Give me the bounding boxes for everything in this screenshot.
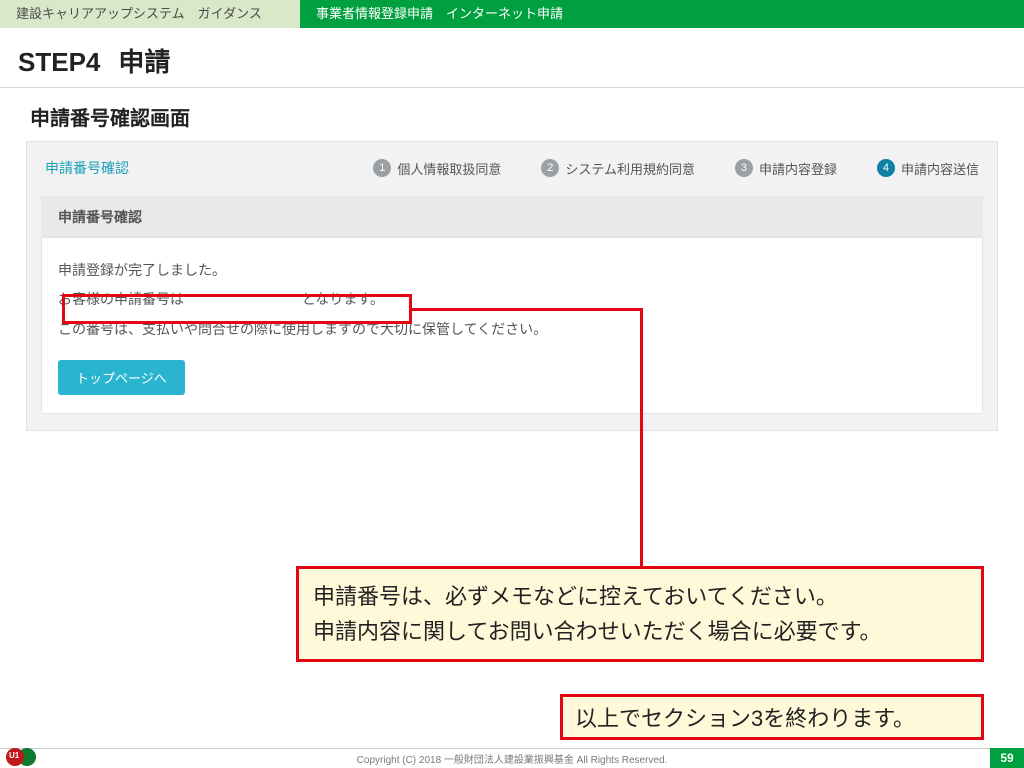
page-number-badge: 59: [990, 748, 1024, 768]
wizard-step-1: 1 個人情報取扱同意: [373, 159, 501, 178]
appnum-suffix: となります。: [302, 291, 384, 307]
callout-note-appnumber: 申請番号は、必ずメモなどに控えておいてください。 申請内容に関してお問い合わせい…: [296, 566, 984, 662]
step-label: 申請: [118, 47, 170, 77]
footer-copyright: Copyright (C) 2018 一般財団法人建設業振興基金 All Rig…: [357, 751, 668, 766]
wizard-step-3: 3 申請内容登録: [735, 159, 837, 178]
wizard-step-badge-2: 2: [541, 159, 559, 177]
card-actions: トップページへ: [42, 354, 982, 413]
wizard-step-badge-4: 4: [877, 159, 895, 177]
msg-application-number-line: お客様の申請番号は となります。: [58, 285, 966, 314]
topbar-right: 事業者情報登録申請 インターネット申請: [300, 0, 1024, 28]
msg-registration-complete: 申請登録が完了しました。: [58, 256, 966, 285]
wizard-step-4: 4 申請内容送信: [877, 159, 979, 178]
card-header: 申請番号確認: [42, 197, 982, 238]
card-body: 申請登録が完了しました。 お客様の申請番号は となります。 この番号は、支払いや…: [42, 238, 982, 354]
confirmation-card: 申請番号確認 申請登録が完了しました。 お客様の申請番号は となります。 この番…: [41, 196, 983, 414]
wizard-step-label-4: 申請内容送信: [901, 159, 979, 178]
wizard-step-label-2: システム利用規約同意: [565, 159, 695, 178]
callout-section-end: 以上でセクション3を終わります。: [560, 694, 984, 740]
step-title: STEP4 申請: [0, 28, 1024, 88]
wizard-current-step: 申請番号確認: [45, 158, 129, 178]
wizard-step-label-1: 個人情報取扱同意: [397, 159, 501, 178]
wizard-panel: 申請番号確認 1 個人情報取扱同意 2 システム利用規約同意 3 申請内容登録 …: [26, 141, 998, 431]
footer-bar: Copyright (C) 2018 一般財団法人建設業振興基金 All Rig…: [0, 748, 1024, 768]
topbar-left: 建設キャリアアップシステム ガイダンス: [0, 0, 300, 28]
wizard-steps: 1 個人情報取扱同意 2 システム利用規約同意 3 申請内容登録 4 申請内容送…: [373, 159, 979, 178]
callout1-line2: 申請内容に関してお問い合わせいただく場合に必要です。: [313, 614, 967, 649]
wizard-step-badge-3: 3: [735, 159, 753, 177]
callout1-line1: 申請番号は、必ずメモなどに控えておいてください。: [313, 579, 967, 614]
topbar: 建設キャリアアップシステム ガイダンス 事業者情報登録申請 インターネット申請: [0, 0, 1024, 28]
wizard-head: 申請番号確認 1 個人情報取扱同意 2 システム利用規約同意 3 申請内容登録 …: [41, 152, 983, 190]
wizard-step-label-3: 申請内容登録: [759, 159, 837, 178]
step-number: STEP4: [18, 47, 100, 77]
wizard-step-2: 2 システム利用規約同意: [541, 159, 695, 178]
footer-logo: [6, 748, 36, 766]
wizard-step-badge-1: 1: [373, 159, 391, 177]
appnum-prefix: お客様の申請番号は: [58, 291, 184, 307]
msg-keep-number: この番号は、支払いや問合せの際に使用しますので大切に保管してください。: [58, 315, 966, 344]
to-top-page-button[interactable]: トップページへ: [58, 360, 185, 395]
application-number-redacted: [188, 291, 298, 307]
logo-red-icon: [6, 748, 24, 766]
section-title: 申請番号確認画面: [0, 88, 1024, 141]
